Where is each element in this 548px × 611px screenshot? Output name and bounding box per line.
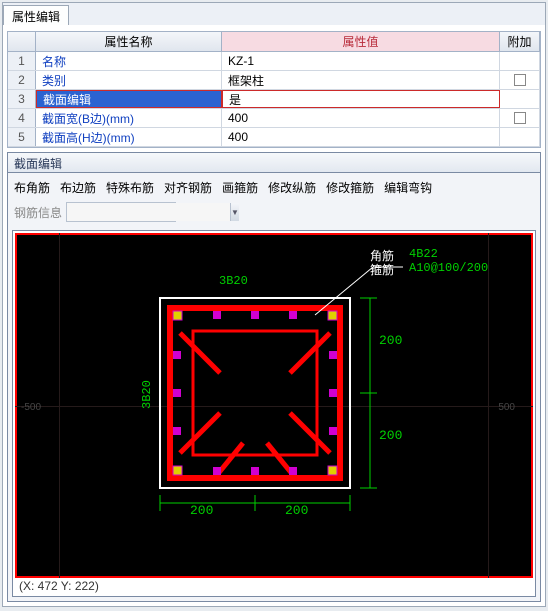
row-number: 3 bbox=[8, 90, 36, 108]
prop-name-cell[interactable]: 类别 bbox=[36, 71, 222, 89]
legend-stirrup-value: A10@100/200 bbox=[409, 261, 488, 275]
prop-name-cell[interactable]: 名称 bbox=[36, 52, 222, 70]
prop-extra-cell[interactable] bbox=[500, 109, 540, 127]
dim-bottom bbox=[160, 495, 350, 511]
top-tabs: 属性编辑 bbox=[3, 3, 545, 25]
grid-header: 属性名称 属性值 附加 bbox=[8, 32, 540, 52]
rebar-info-label: 钢筋信息 bbox=[14, 204, 62, 221]
section-toolbar: 布角筋布边筋特殊布筋对齐钢筋画箍筋修改纵筋修改箍筋编辑弯钩 bbox=[8, 173, 540, 198]
header-value: 属性值 bbox=[222, 32, 500, 51]
tool-对齐钢筋[interactable]: 对齐钢筋 bbox=[164, 179, 212, 196]
edge-bars bbox=[173, 311, 337, 475]
tool-布角筋[interactable]: 布角筋 bbox=[14, 179, 50, 196]
tool-画箍筋[interactable]: 画箍筋 bbox=[222, 179, 258, 196]
canvas-wrap: -500 500 bbox=[12, 230, 536, 597]
rebar-top-label: 3B20 bbox=[219, 274, 248, 288]
prop-extra-cell[interactable] bbox=[500, 71, 540, 89]
rebar-left-label: 3B20 bbox=[140, 380, 154, 409]
row-number: 1 bbox=[8, 52, 36, 70]
prop-value-cell[interactable]: 是 bbox=[222, 90, 500, 108]
tool-编辑弯钩[interactable]: 编辑弯钩 bbox=[384, 179, 432, 196]
grid-body: 1名称KZ-12类别框架柱3截面编辑是4截面宽(B边)(mm)4005截面高(H… bbox=[8, 52, 540, 147]
inner-panel: 属性名称 属性值 附加 1名称KZ-12类别框架柱3截面编辑是4截面宽(B边)(… bbox=[3, 25, 545, 606]
section-title: 截面编辑 bbox=[8, 153, 540, 173]
prop-extra-cell[interactable] bbox=[500, 128, 540, 146]
tool-修改纵筋[interactable]: 修改纵筋 bbox=[268, 179, 316, 196]
dim-h-1: 200 bbox=[190, 503, 213, 518]
section-subbar: 钢筋信息 ▼ bbox=[8, 198, 540, 226]
row-number: 2 bbox=[8, 71, 36, 89]
dim-v-1: 200 bbox=[379, 333, 402, 348]
property-editor-window: 属性编辑 属性名称 属性值 附加 1名称KZ-12类别框架柱3截面编辑是4截面宽… bbox=[2, 2, 546, 607]
prop-value-cell[interactable]: 400 bbox=[222, 128, 500, 146]
table-row[interactable]: 3截面编辑是 bbox=[8, 90, 540, 109]
row-number: 5 bbox=[8, 128, 36, 146]
prop-value-cell[interactable]: 400 bbox=[222, 109, 500, 127]
table-row[interactable]: 4截面宽(B边)(mm)400 bbox=[8, 109, 540, 128]
section-canvas[interactable]: -500 500 bbox=[15, 233, 533, 578]
header-extra: 附加 bbox=[500, 32, 540, 51]
property-grid: 属性名称 属性值 附加 1名称KZ-12类别框架柱3截面编辑是4截面宽(B边)(… bbox=[7, 31, 541, 148]
checkbox-icon[interactable] bbox=[514, 112, 526, 124]
dim-right bbox=[360, 298, 377, 488]
header-rownum bbox=[8, 32, 36, 51]
table-row[interactable]: 2类别框架柱 bbox=[8, 71, 540, 90]
prop-name-cell[interactable]: 截面编辑 bbox=[36, 90, 222, 108]
tool-布边筋[interactable]: 布边筋 bbox=[60, 179, 96, 196]
prop-value-cell[interactable]: KZ-1 bbox=[222, 52, 500, 70]
prop-name-cell[interactable]: 截面高(H边)(mm) bbox=[36, 128, 222, 146]
combo-dropdown-icon[interactable]: ▼ bbox=[230, 203, 239, 221]
rebar-info-combo[interactable]: ▼ bbox=[66, 202, 176, 222]
prop-name-cell[interactable]: 截面宽(B边)(mm) bbox=[36, 109, 222, 127]
table-row[interactable]: 1名称KZ-1 bbox=[8, 52, 540, 71]
section-editor-panel: 截面编辑 布角筋布边筋特殊布筋对齐钢筋画箍筋修改纵筋修改箍筋编辑弯钩 钢筋信息 … bbox=[7, 152, 541, 602]
tab-property-edit[interactable]: 属性编辑 bbox=[3, 5, 69, 25]
prop-extra-cell[interactable] bbox=[500, 90, 540, 108]
section-svg bbox=[15, 233, 525, 523]
legend-stirrup-label: 箍筋 bbox=[370, 261, 394, 278]
corner-bars bbox=[173, 311, 337, 475]
row-number: 4 bbox=[8, 109, 36, 127]
dim-h-2: 200 bbox=[285, 503, 308, 518]
canvas-status: (X: 472 Y: 222) bbox=[15, 578, 533, 594]
table-row[interactable]: 5截面高(H边)(mm)400 bbox=[8, 128, 540, 147]
tool-特殊布筋[interactable]: 特殊布筋 bbox=[106, 179, 154, 196]
rebar-info-input[interactable] bbox=[67, 203, 230, 221]
tool-修改箍筋[interactable]: 修改箍筋 bbox=[326, 179, 374, 196]
prop-value-cell[interactable]: 框架柱 bbox=[222, 71, 500, 89]
prop-extra-cell[interactable] bbox=[500, 52, 540, 70]
checkbox-icon[interactable] bbox=[514, 74, 526, 86]
header-name: 属性名称 bbox=[36, 32, 222, 51]
dim-v-2: 200 bbox=[379, 428, 402, 443]
legend-corner-value: 4B22 bbox=[409, 247, 438, 261]
